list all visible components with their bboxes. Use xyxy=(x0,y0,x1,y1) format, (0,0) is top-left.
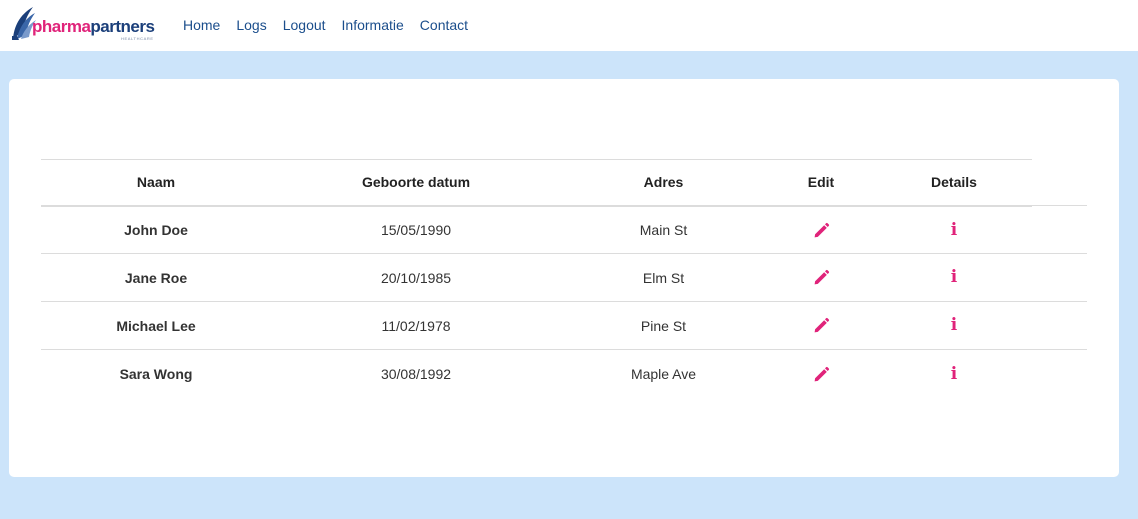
cell-address: Elm St xyxy=(561,253,766,302)
column-header-adres[interactable]: Adres xyxy=(561,159,766,207)
top-navbar: pharmapartners HEALTHCARE Home Logs Logo… xyxy=(0,0,1138,51)
cell-address: Maple Ave xyxy=(630,365,697,382)
cell-spacer xyxy=(1032,350,1087,398)
info-icon[interactable]: i xyxy=(951,221,957,239)
patients-table: Naam Geboorte datum Adres Edit Details J… xyxy=(41,159,1087,398)
column-header-details: Details xyxy=(876,159,1032,207)
nav-logs[interactable]: Logs xyxy=(228,15,274,35)
cell-name: Jane Roe xyxy=(41,253,271,302)
info-icon[interactable]: i xyxy=(951,317,957,334)
cell-name: Michael Lee xyxy=(41,301,271,350)
column-header-spacer xyxy=(1032,159,1087,206)
pencil-icon[interactable] xyxy=(813,366,830,383)
pencil-icon[interactable] xyxy=(813,317,830,334)
cell-details: i xyxy=(876,350,1032,398)
brand-name-part2: partners xyxy=(90,17,155,36)
cell-edit xyxy=(766,301,876,350)
cell-details: i xyxy=(876,253,1032,302)
brand-tagline: HEALTHCARE xyxy=(121,36,154,41)
column-header-edit: Edit xyxy=(766,159,876,207)
cell-birthdate: 15/05/1990 xyxy=(271,205,561,254)
info-icon[interactable]: i xyxy=(951,269,957,286)
cell-edit xyxy=(766,253,876,302)
cell-address: Pine St xyxy=(561,301,766,350)
table-row: John Doe 15/05/1990 Main St i xyxy=(41,205,1087,254)
nav-contact[interactable]: Contact xyxy=(412,15,476,35)
pharmapartners-logo[interactable]: pharmapartners HEALTHCARE xyxy=(11,5,161,45)
table-header-row: Naam Geboorte datum Adres Edit Details xyxy=(41,159,1087,207)
brand-name-part1: pharma xyxy=(32,17,91,36)
cell-edit xyxy=(766,205,876,254)
table-row: Sara Wong 30/08/1992 Maple Ave i xyxy=(41,350,1087,398)
cell-edit xyxy=(766,350,876,398)
column-header-geboorte-datum[interactable]: Geboorte datum xyxy=(271,159,561,207)
pencil-icon[interactable] xyxy=(813,222,830,239)
nav-informatie[interactable]: Informatie xyxy=(334,15,412,35)
cell-details: i xyxy=(876,205,1032,254)
cell-name: John Doe xyxy=(41,205,271,254)
cell-birthdate: 11/02/1978 xyxy=(271,301,561,350)
cell-birthdate: 30/08/1992 xyxy=(380,365,452,382)
cell-spacer xyxy=(1032,253,1087,302)
cell-spacer xyxy=(1032,301,1087,350)
brand-wordmark: pharmapartners xyxy=(32,17,155,37)
cell-birthdate: 20/10/1985 xyxy=(271,253,561,302)
main-nav: Home Logs Logout Informatie Contact xyxy=(175,15,476,35)
cell-spacer xyxy=(1032,205,1087,254)
pencil-icon[interactable] xyxy=(813,269,830,286)
cell-address: Main St xyxy=(561,205,766,254)
column-header-naam[interactable]: Naam xyxy=(41,159,271,207)
table-row: Jane Roe 20/10/1985 Elm St i xyxy=(41,253,1087,302)
cell-name: Sara Wong xyxy=(119,365,193,382)
cell-details: i xyxy=(876,301,1032,350)
content-card: Naam Geboorte datum Adres Edit Details J… xyxy=(9,79,1119,477)
nav-home[interactable]: Home xyxy=(175,15,228,35)
nav-logout[interactable]: Logout xyxy=(275,15,334,35)
info-icon[interactable]: i xyxy=(951,365,957,383)
table-row: Michael Lee 11/02/1978 Pine St i xyxy=(41,301,1087,350)
